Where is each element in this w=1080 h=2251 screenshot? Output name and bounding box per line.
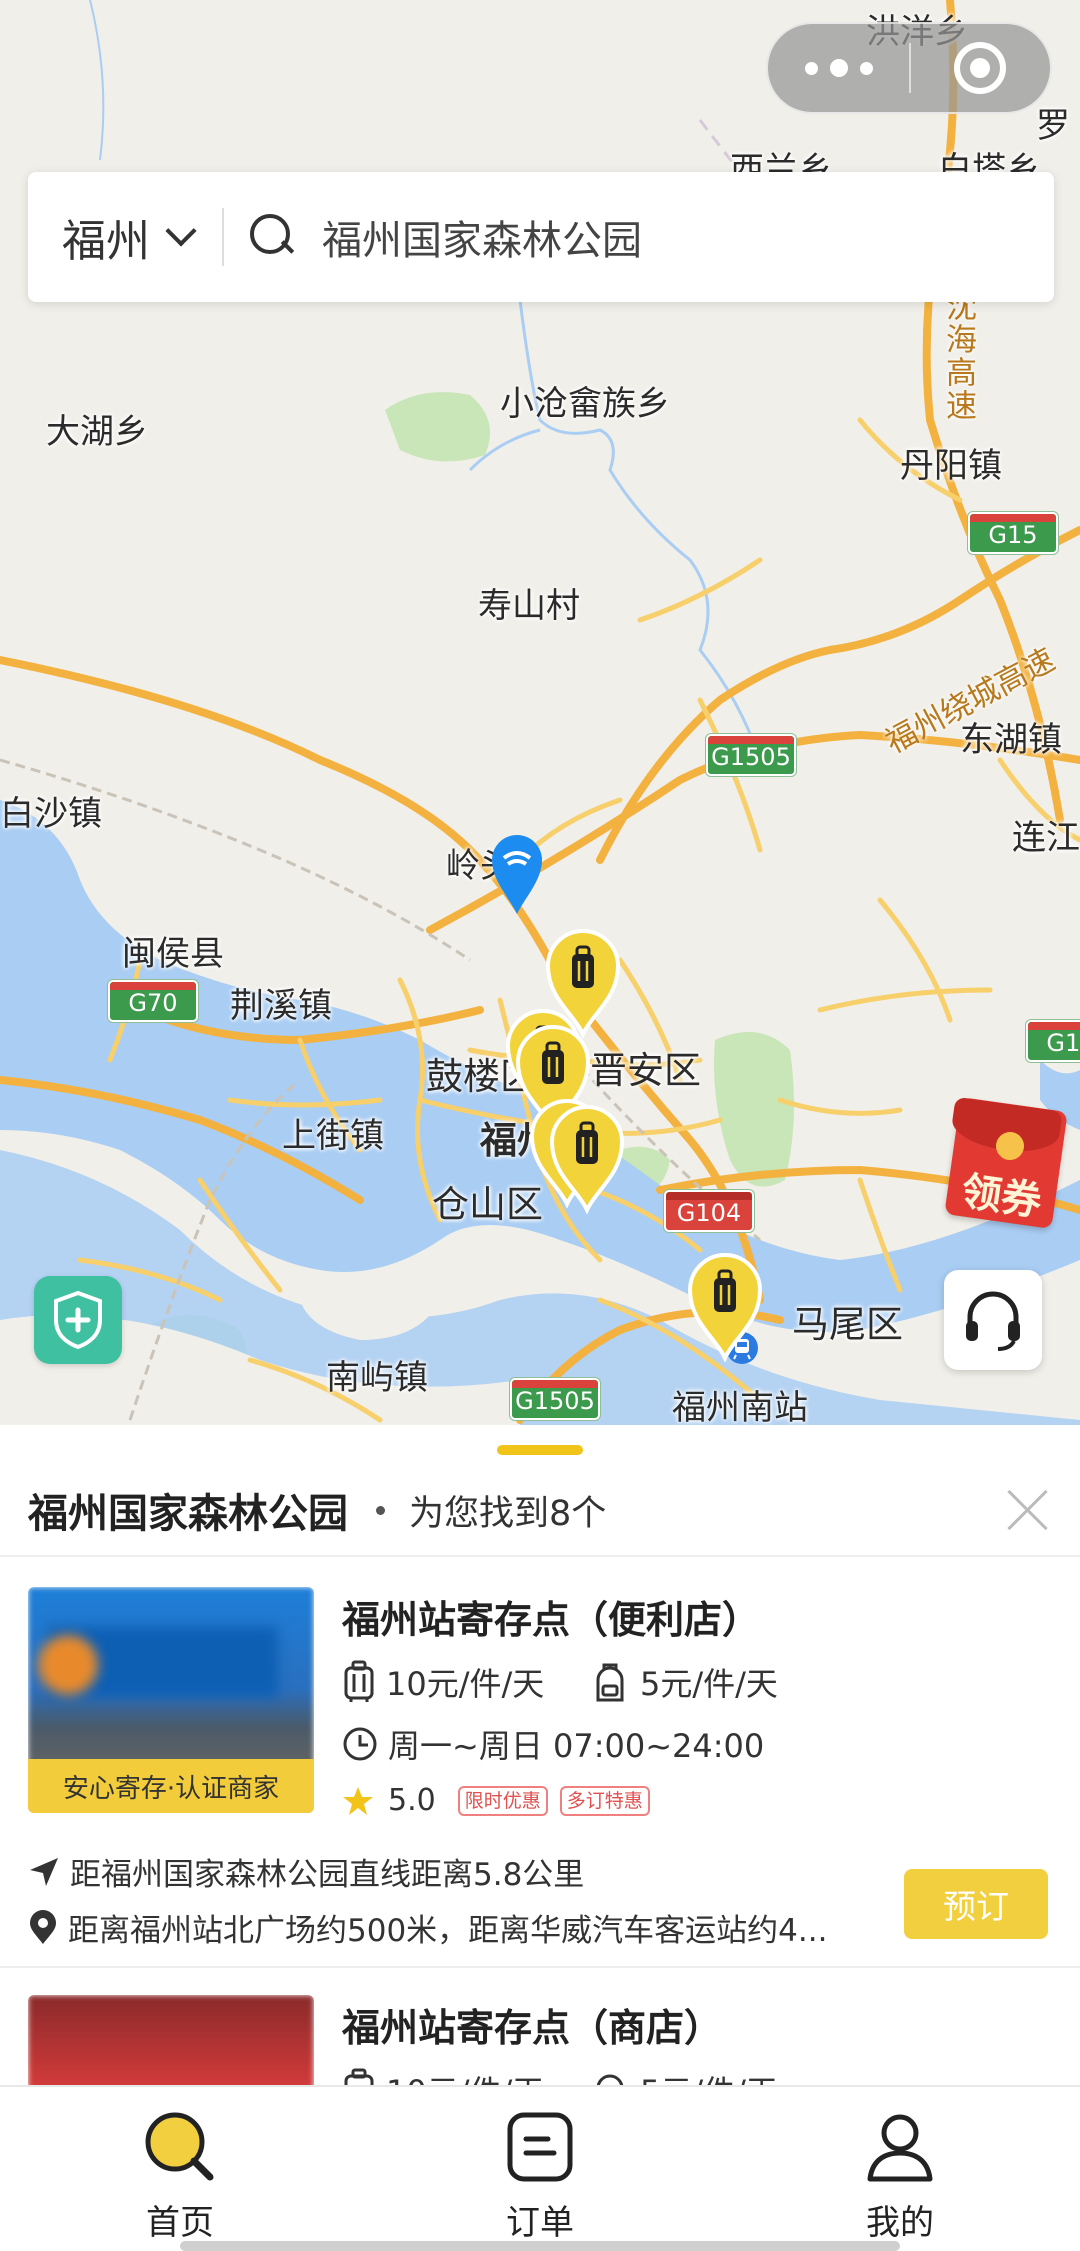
mini-program-capsule bbox=[766, 22, 1052, 114]
more-button[interactable] bbox=[768, 24, 909, 112]
shield-plus-icon bbox=[54, 1290, 102, 1350]
district-label: 晋安区 bbox=[590, 1049, 701, 1092]
price-large: 10元/件/天 bbox=[342, 1659, 544, 1705]
results-panel: 福州国家森林公园 为您找到8个 安心寄存·认证商家 福州站寄存点（便利店） 10… bbox=[0, 1425, 1080, 2085]
luggage-pin-icon[interactable] bbox=[686, 1252, 764, 1362]
tab-label: 首页 bbox=[146, 2203, 214, 2243]
clock-icon bbox=[343, 1727, 377, 1761]
place-label: 闽侯县 bbox=[122, 934, 224, 974]
place-label: 大湖乡 bbox=[46, 412, 148, 452]
address-text: 距离福州站北广场约500米，距离华威汽车客运站约4... bbox=[68, 1913, 828, 1949]
place-label: 荆溪镇 bbox=[230, 986, 332, 1026]
map-view[interactable]: 洪洋乡 罗 西兰乡 白塔乡 大湖乡 小沧畲族乡 丹阳镇 寿山村 东湖镇 白沙镇 … bbox=[0, 0, 1080, 1425]
results-title: 福州国家森林公园 bbox=[28, 1491, 348, 1537]
backpack-icon bbox=[596, 1663, 624, 1702]
dot bbox=[859, 61, 873, 75]
tab-profile[interactable]: 我的 bbox=[720, 2087, 1080, 2251]
suitcase-icon bbox=[344, 2068, 374, 2085]
city-selector[interactable]: 福州 bbox=[28, 172, 222, 302]
results-count: 为您找到8个 bbox=[409, 1493, 607, 1534]
store-name: 福州站寄存点（便利店） bbox=[342, 1598, 761, 1642]
coupon-button[interactable]: 领券 bbox=[944, 1096, 1080, 1229]
card-divider bbox=[0, 1966, 1080, 1968]
search-bar: 福州 福州国家森林公园 bbox=[28, 172, 1054, 302]
home-indicator bbox=[180, 2241, 900, 2251]
highway-shield: G1505 bbox=[510, 1378, 600, 1420]
highway-shield: G1505 bbox=[706, 734, 796, 776]
promo-tag: 限时优惠 bbox=[457, 1785, 548, 1816]
place-label: 南屿镇 bbox=[326, 1358, 428, 1398]
navigation-arrow-icon bbox=[30, 1857, 58, 1886]
user-icon bbox=[867, 2114, 933, 2182]
hours-text: 周一~周日 07:00~24:00 bbox=[388, 1727, 765, 1765]
price-small: 5元/件/天 bbox=[592, 2067, 778, 2085]
price-small-text: 5元/件/天 bbox=[640, 2067, 778, 2085]
close-icon[interactable] bbox=[1006, 1487, 1050, 1531]
place-label: 白沙镇 bbox=[0, 794, 102, 834]
search-icon bbox=[250, 214, 296, 260]
map-marker-icon bbox=[30, 1909, 56, 1944]
price-small: 5元/件/天 bbox=[592, 1659, 778, 1705]
city-name: 福州 bbox=[62, 216, 150, 267]
tab-bar: 首页 订单 我的 bbox=[0, 2085, 1080, 2251]
luggage-pin-icon[interactable] bbox=[548, 1104, 626, 1214]
divider bbox=[222, 208, 224, 266]
dot bbox=[804, 61, 818, 75]
station-label: 福州南站 bbox=[672, 1388, 808, 1425]
price-large-text: 10元/件/天 bbox=[386, 2067, 544, 2085]
headset-icon bbox=[966, 1291, 1020, 1351]
tab-label: 我的 bbox=[866, 2203, 934, 2243]
road-label: 沈海高速 bbox=[940, 290, 976, 422]
certified-badge: 安心寄存·认证商家 bbox=[28, 1759, 314, 1813]
storage-card[interactable]: 福州站寄存点（商店） 10元/件/天 5元/件/天 bbox=[0, 1995, 1080, 2085]
coupon-label: 领券 bbox=[958, 1168, 1045, 1226]
chevron-down-icon bbox=[165, 215, 197, 247]
storage-card[interactable]: 安心寄存·认证商家 福州站寄存点（便利店） 10元/件/天 5元/件/天 周一~… bbox=[0, 1587, 1080, 1963]
price-small-text: 5元/件/天 bbox=[640, 1665, 778, 1703]
address: 距离福州站北广场约500米，距离华威汽车客运站约4... bbox=[28, 1905, 888, 1950]
results-header: 福州国家森林公园 为您找到8个 bbox=[0, 1465, 1080, 1557]
store-name: 福州站寄存点（商店） bbox=[342, 2006, 723, 2050]
distance-text: 距福州国家森林公园直线距离5.8公里 bbox=[70, 1857, 585, 1893]
rating-score: 5.0 bbox=[388, 1783, 436, 1818]
safety-button[interactable] bbox=[34, 1276, 122, 1364]
place-label: 寿山村 bbox=[478, 586, 580, 626]
location-pin-icon[interactable] bbox=[488, 830, 546, 916]
district-label: 马尾区 bbox=[792, 1303, 903, 1346]
order-icon bbox=[507, 2112, 573, 2182]
place-label: 小沧畲族乡 bbox=[500, 384, 670, 424]
highway-shield: G70 bbox=[108, 980, 198, 1022]
distance: 距福州国家森林公园直线距离5.8公里 bbox=[28, 1849, 584, 1894]
price-large-text: 10元/件/天 bbox=[386, 1665, 545, 1703]
close-mini-program-button[interactable] bbox=[911, 24, 1050, 112]
tab-label: 订单 bbox=[506, 2203, 574, 2243]
highway-shield: G15 bbox=[1026, 1020, 1080, 1062]
store-photo bbox=[28, 1995, 314, 2085]
promo-tag: 多订特惠 bbox=[559, 1785, 650, 1816]
place-label: 连江 bbox=[1012, 818, 1080, 858]
place-label: 丹阳镇 bbox=[900, 446, 1002, 486]
price-large: 10元/件/天 bbox=[342, 2067, 544, 2085]
drag-handle[interactable] bbox=[497, 1445, 583, 1455]
search-icon bbox=[145, 2112, 214, 2181]
star-icon bbox=[343, 1786, 373, 1815]
highway-shield: G15 bbox=[968, 512, 1058, 554]
backpack-icon bbox=[596, 2074, 624, 2085]
rating: 5.0 限时优惠 多订特惠 bbox=[342, 1783, 650, 1818]
dot bbox=[829, 59, 848, 77]
suitcase-icon bbox=[344, 1660, 374, 1702]
tab-orders[interactable]: 订单 bbox=[360, 2087, 720, 2251]
district-label: 仓山区 bbox=[432, 1183, 543, 1226]
target-icon bbox=[954, 42, 1007, 94]
tab-home[interactable]: 首页 bbox=[0, 2087, 360, 2251]
book-button[interactable]: 预订 bbox=[904, 1869, 1048, 1939]
opening-hours: 周一~周日 07:00~24:00 bbox=[342, 1721, 764, 1767]
store-photo: 安心寄存·认证商家 bbox=[28, 1587, 314, 1813]
place-label: 上街镇 bbox=[282, 1116, 384, 1156]
search-input[interactable]: 福州国家森林公园 bbox=[322, 208, 642, 266]
highway-shield: G104 bbox=[664, 1190, 754, 1232]
bullet bbox=[376, 1505, 385, 1515]
customer-service-button[interactable] bbox=[944, 1270, 1042, 1370]
